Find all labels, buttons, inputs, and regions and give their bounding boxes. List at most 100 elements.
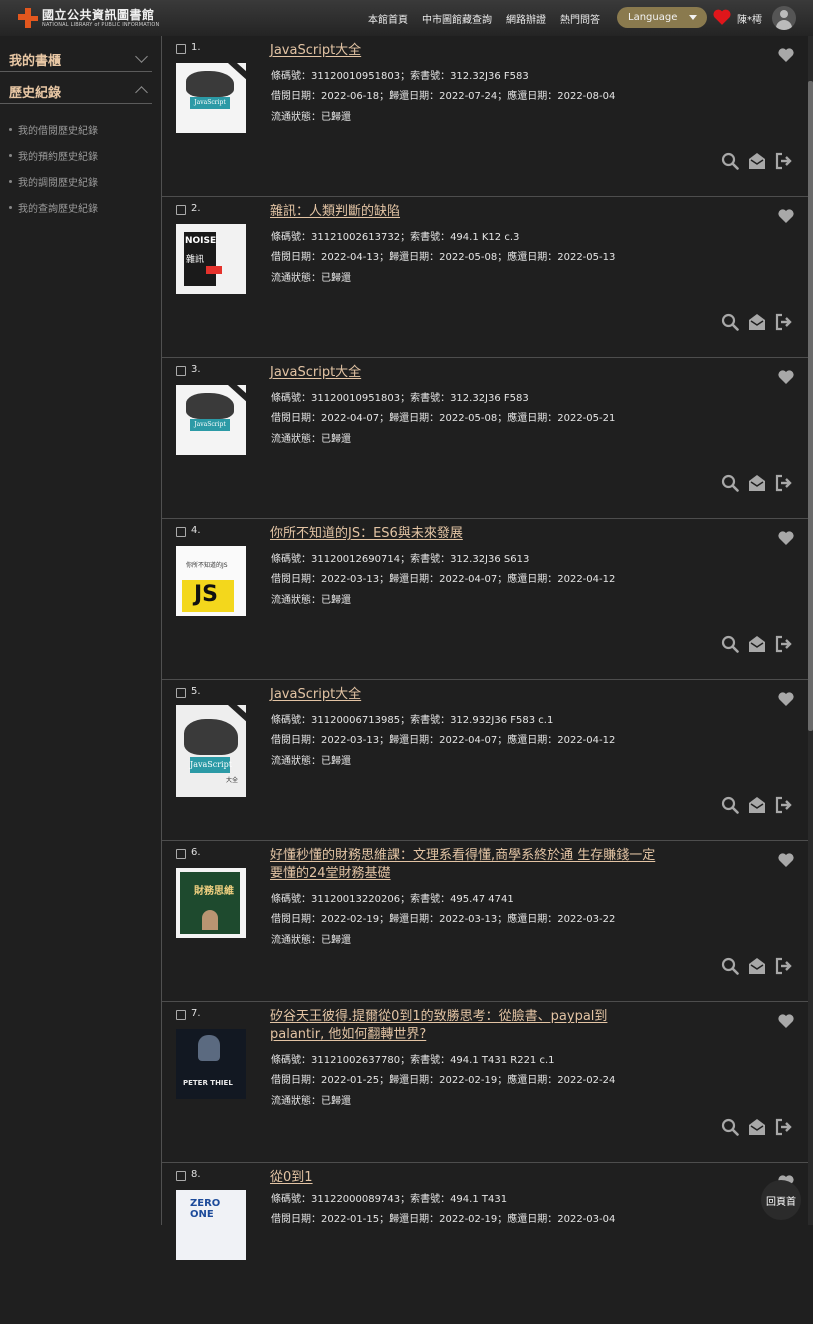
sidebar-item-search-history[interactable]: 我的查詢歷史紀錄 bbox=[9, 194, 98, 220]
select-checkbox[interactable] bbox=[176, 1010, 186, 1020]
mail-open-icon[interactable] bbox=[748, 152, 766, 170]
back-to-top-button[interactable]: 回頁首 bbox=[761, 1180, 801, 1220]
avatar[interactable] bbox=[772, 6, 796, 30]
scrollbar[interactable] bbox=[808, 36, 813, 1225]
favorite-heart-icon[interactable] bbox=[778, 853, 794, 867]
nav-online-card[interactable]: 網路辦證 bbox=[506, 11, 546, 26]
search-icon[interactable] bbox=[721, 1118, 739, 1136]
favorite-heart-icon[interactable] bbox=[778, 531, 794, 545]
list-item: 1. JavaScript JavaScript大全 條碼號：311200109… bbox=[162, 36, 810, 197]
mail-open-icon[interactable] bbox=[748, 635, 766, 653]
circulation-status: 流通狀態：已歸還 bbox=[271, 935, 351, 946]
list-item: 3. JavaScript JavaScript大全 條碼號：311200109… bbox=[162, 358, 810, 519]
library-logo[interactable]: 國立公共資訊圖書館 NATIONAL LIBRARY of PUBLIC INF… bbox=[18, 8, 159, 28]
select-checkbox[interactable] bbox=[176, 1171, 186, 1181]
book-title-link[interactable]: JavaScript大全 bbox=[270, 42, 660, 60]
favorite-heart-icon[interactable] bbox=[778, 1014, 794, 1028]
language-select[interactable]: Language bbox=[617, 7, 707, 28]
circulation-status: 流通狀態：已歸還 bbox=[271, 273, 351, 284]
item-number: 8. bbox=[191, 1169, 201, 1180]
barcode-callno: 條碼號：31121002637780；索書號：494.1 T431 R221 c… bbox=[271, 1055, 555, 1066]
item-number: 6. bbox=[191, 847, 201, 858]
chevron-down-icon bbox=[135, 50, 148, 63]
select-checkbox[interactable] bbox=[176, 849, 186, 859]
search-icon[interactable] bbox=[721, 957, 739, 975]
sign-out-icon[interactable] bbox=[775, 957, 793, 975]
sign-out-icon[interactable] bbox=[775, 796, 793, 814]
loan-dates: 借閱日期：2022-03-13；歸還日期：2022-04-07；應還日期：202… bbox=[271, 735, 616, 746]
book-title-link[interactable]: 雜訊：人類判斷的缺陷 bbox=[270, 203, 660, 221]
barcode-callno: 條碼號：31121002613732；索書號：494.1 K12 c.3 bbox=[271, 232, 520, 243]
sidebar-item-borrow-history[interactable]: 我的借閱歷史紀錄 bbox=[9, 116, 98, 142]
sign-out-icon[interactable] bbox=[775, 152, 793, 170]
loan-dates: 借閱日期：2022-02-19；歸還日期：2022-03-13；應還日期：202… bbox=[271, 914, 616, 925]
item-number: 1. bbox=[191, 42, 201, 53]
search-icon[interactable] bbox=[721, 474, 739, 492]
mail-open-icon[interactable] bbox=[748, 1118, 766, 1136]
book-cover[interactable]: ZERO ONE bbox=[176, 1190, 246, 1260]
favorite-heart-icon[interactable] bbox=[778, 48, 794, 62]
circulation-status: 流通狀態：已歸還 bbox=[271, 595, 351, 606]
mail-open-icon[interactable] bbox=[748, 313, 766, 331]
book-title-link[interactable]: 你所不知道的JS：ES6與未來發展 bbox=[270, 525, 660, 543]
barcode-callno: 條碼號：31120010951803；索書號：312.32J36 F583 bbox=[271, 71, 529, 82]
book-cover[interactable]: NOISE 雜訊 bbox=[176, 224, 246, 294]
nav-faq[interactable]: 熱門問答 bbox=[560, 11, 600, 26]
select-checkbox[interactable] bbox=[176, 205, 186, 215]
logo-mark-icon bbox=[18, 8, 38, 28]
mail-open-icon[interactable] bbox=[748, 957, 766, 975]
item-number: 2. bbox=[191, 203, 201, 214]
mail-open-icon[interactable] bbox=[748, 796, 766, 814]
book-title-link[interactable]: 好懂秒懂的財務思維課：文理系看得懂,商學系終於通 生存賺錢一定要懂的24堂財務基… bbox=[270, 847, 660, 883]
list-item: 4. 你所不知道的JS JS 你所不知道的JS：ES6與未來發展 條碼號：311… bbox=[162, 519, 810, 680]
book-title-link[interactable]: 矽谷天王彼得.提爾從0到1的致勝思考：從臉書、paypal到palantir, … bbox=[270, 1008, 660, 1044]
book-title-link[interactable]: JavaScript大全 bbox=[270, 686, 660, 704]
dropdown-caret-icon bbox=[689, 15, 697, 20]
item-number: 7. bbox=[191, 1008, 201, 1019]
sign-out-icon[interactable] bbox=[775, 313, 793, 331]
favorite-heart-icon[interactable] bbox=[778, 370, 794, 384]
sidebar-item-reserve-history[interactable]: 我的預約歷史紀錄 bbox=[9, 142, 98, 168]
loan-dates: 借閱日期：2022-01-15；歸還日期：2022-02-19；應還日期：202… bbox=[271, 1214, 616, 1225]
list-item: 2. NOISE 雜訊 雜訊：人類判斷的缺陷 條碼號：3112100261373… bbox=[162, 197, 810, 358]
top-nav: 本館首頁 中市圖館藏查詢 網路辦證 熱門問答 bbox=[368, 11, 600, 26]
book-cover[interactable]: JavaScript bbox=[176, 63, 246, 133]
sign-out-icon[interactable] bbox=[775, 474, 793, 492]
mail-open-icon[interactable] bbox=[748, 474, 766, 492]
search-icon[interactable] bbox=[721, 796, 739, 814]
sidebar-section-label: 我的書櫃 bbox=[9, 54, 62, 69]
search-icon[interactable] bbox=[721, 152, 739, 170]
heart-icon[interactable] bbox=[713, 9, 731, 25]
sign-out-icon[interactable] bbox=[775, 635, 793, 653]
sidebar-item-retrieve-history[interactable]: 我的調閱歷史紀錄 bbox=[9, 168, 98, 194]
favorite-heart-icon[interactable] bbox=[778, 692, 794, 706]
sidebar-section-bookshelf[interactable]: 我的書櫃 bbox=[0, 42, 152, 72]
list-item: 7. PETER THIEL 矽谷天王彼得.提爾從0到1的致勝思考：從臉書、pa… bbox=[162, 1002, 810, 1163]
sidebar-section-history[interactable]: 歷史紀錄 bbox=[0, 74, 152, 104]
nav-home[interactable]: 本館首頁 bbox=[368, 11, 408, 26]
select-checkbox[interactable] bbox=[176, 366, 186, 376]
user-name[interactable]: 陳*樗 bbox=[737, 11, 762, 26]
book-title-link[interactable]: JavaScript大全 bbox=[270, 364, 660, 382]
book-title-link[interactable]: 從0到1 bbox=[270, 1169, 660, 1187]
book-cover[interactable]: 你所不知道的JS JS bbox=[176, 546, 246, 616]
sign-out-icon[interactable] bbox=[775, 1118, 793, 1136]
item-number: 4. bbox=[191, 525, 201, 536]
book-cover[interactable]: 財務思維 bbox=[176, 868, 246, 938]
nav-catalog-search[interactable]: 中市圖館藏查詢 bbox=[422, 11, 492, 26]
loan-dates: 借閱日期：2022-04-13；歸還日期：2022-05-08；應還日期：202… bbox=[271, 252, 616, 263]
select-checkbox[interactable] bbox=[176, 527, 186, 537]
select-checkbox[interactable] bbox=[176, 688, 186, 698]
logo-title: 國立公共資訊圖書館 bbox=[42, 7, 155, 22]
book-cover[interactable]: JavaScript 大全 bbox=[176, 705, 246, 797]
search-icon[interactable] bbox=[721, 635, 739, 653]
favorite-heart-icon[interactable] bbox=[778, 209, 794, 223]
scrollbar-thumb[interactable] bbox=[808, 81, 813, 731]
item-number: 5. bbox=[191, 686, 201, 697]
book-cover[interactable]: PETER THIEL bbox=[176, 1029, 246, 1099]
borrow-history-list: 1. JavaScript JavaScript大全 條碼號：311200109… bbox=[161, 36, 810, 1260]
book-cover[interactable]: JavaScript bbox=[176, 385, 246, 455]
loan-dates: 借閱日期：2022-01-25；歸還日期：2022-02-19；應還日期：202… bbox=[271, 1075, 616, 1086]
select-checkbox[interactable] bbox=[176, 44, 186, 54]
search-icon[interactable] bbox=[721, 313, 739, 331]
